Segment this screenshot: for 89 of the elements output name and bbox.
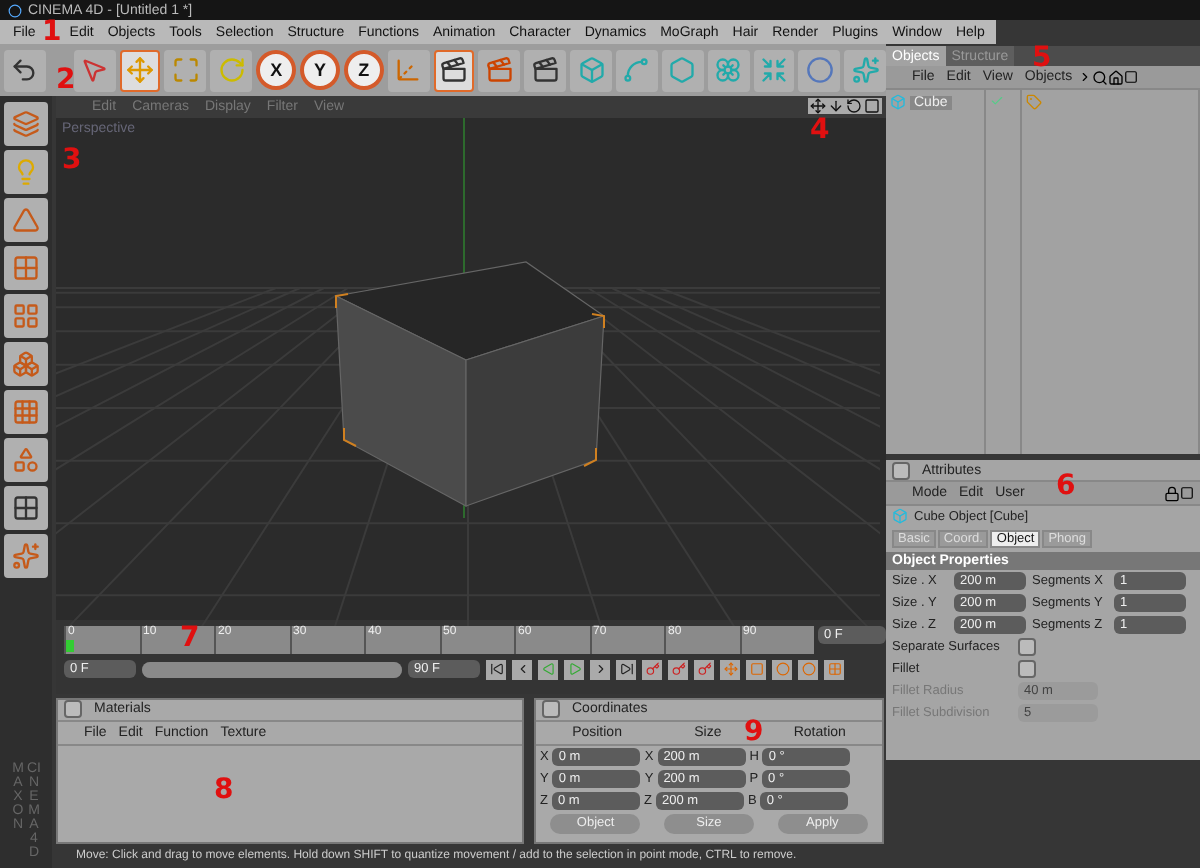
checkbox[interactable]	[1018, 638, 1036, 656]
axis-lock-button[interactable]: Z	[343, 50, 384, 90]
sparkles-icon	[851, 56, 880, 84]
annotation-number: 8	[214, 774, 234, 806]
record-button[interactable]	[694, 659, 714, 680]
axis-lock-button[interactable]: Y	[300, 50, 340, 90]
checkbox[interactable]	[1018, 660, 1036, 678]
keyframe-button[interactable]	[772, 659, 792, 680]
clapperboard-icon	[440, 56, 469, 84]
keyframe-button[interactable]	[798, 659, 818, 680]
keyframe-button[interactable]	[824, 659, 844, 680]
pointer-icon	[80, 56, 109, 84]
annotation-number: 7	[180, 622, 200, 654]
step-forward-icon	[593, 662, 607, 677]
playback-button[interactable]	[538, 659, 558, 680]
grid-icon	[12, 254, 40, 282]
playback-button[interactable]	[616, 659, 636, 680]
circle-icon	[775, 662, 789, 677]
playhead-marker	[66, 640, 74, 653]
annotation-number: 2	[56, 64, 76, 96]
cube-icon	[577, 56, 606, 84]
annotation-number: 6	[1056, 470, 1076, 502]
checker-icon	[12, 494, 40, 522]
step-back-icon	[515, 662, 529, 677]
playback-button[interactable]	[512, 659, 532, 680]
axis-lock-button[interactable]: X	[256, 50, 297, 90]
panel-handle-icon	[542, 700, 560, 719]
playback-button[interactable]	[486, 659, 506, 680]
lightbulb-icon	[12, 158, 40, 186]
scale-icon	[171, 56, 200, 84]
ellipse-icon	[805, 56, 834, 84]
clapperboard-icon	[531, 56, 560, 84]
arrows-icon	[759, 56, 788, 84]
view-control-icon[interactable]	[864, 98, 880, 114]
annotation-number: 3	[62, 144, 82, 176]
cube-icon	[890, 94, 906, 110]
undo-icon	[10, 56, 39, 84]
circle-icon	[801, 662, 815, 677]
view-control-icon[interactable]	[828, 98, 844, 114]
app-icon	[8, 3, 22, 17]
clapperboard-button[interactable]	[433, 49, 475, 91]
range-slider[interactable]	[142, 661, 402, 678]
record-button[interactable]	[668, 659, 688, 680]
square-icon[interactable]	[1180, 486, 1194, 500]
playback-button[interactable]	[590, 659, 610, 680]
view-control-icon[interactable]	[846, 98, 862, 114]
hexagon-icon	[668, 56, 697, 84]
keyframe-button[interactable]	[720, 659, 740, 680]
cube-icon	[892, 508, 908, 524]
skip-back-icon	[489, 662, 503, 677]
layers-icon	[12, 110, 40, 138]
skip-forward-icon	[619, 662, 633, 677]
flower-icon	[714, 56, 743, 84]
keyframe-button[interactable]	[746, 659, 766, 680]
rotate-icon	[217, 56, 246, 84]
annotation-number: 9	[744, 716, 764, 748]
home-icon[interactable]	[1108, 69, 1125, 85]
key-icon	[671, 662, 685, 677]
key-icon	[697, 662, 711, 677]
panel-handle-icon	[892, 461, 910, 479]
square-icon	[749, 662, 763, 677]
panel-handle-icon	[64, 700, 82, 719]
grid-icon	[827, 662, 841, 677]
grid-icon	[12, 398, 40, 426]
key-icon	[645, 662, 659, 677]
square-icon[interactable]	[1124, 70, 1139, 84]
undo-button[interactable]	[4, 49, 46, 91]
lock-icon[interactable]	[1164, 485, 1180, 501]
move-icon	[126, 56, 155, 84]
view-control-icon[interactable]	[810, 98, 826, 114]
clapperboard-icon	[485, 56, 514, 84]
move-icon	[723, 662, 737, 677]
play-icon	[567, 662, 581, 677]
shapes-icon	[12, 446, 40, 474]
annotation-number: 4	[810, 114, 830, 146]
record-button[interactable]	[642, 659, 662, 680]
spline-icon	[622, 56, 651, 84]
clapperboard-button[interactable]	[524, 49, 567, 91]
triangle-icon	[12, 206, 40, 234]
play-reverse-icon	[541, 662, 555, 677]
grid-icon	[12, 302, 40, 330]
sparkles-icon	[12, 542, 40, 570]
boxes-icon	[12, 350, 40, 378]
playback-button[interactable]	[564, 659, 584, 680]
annotation-number: 1	[42, 16, 62, 48]
search-icon[interactable]	[1092, 69, 1109, 85]
axes-icon	[394, 56, 423, 84]
check-icon[interactable]	[990, 94, 1004, 108]
checker-button[interactable]	[4, 486, 48, 530]
